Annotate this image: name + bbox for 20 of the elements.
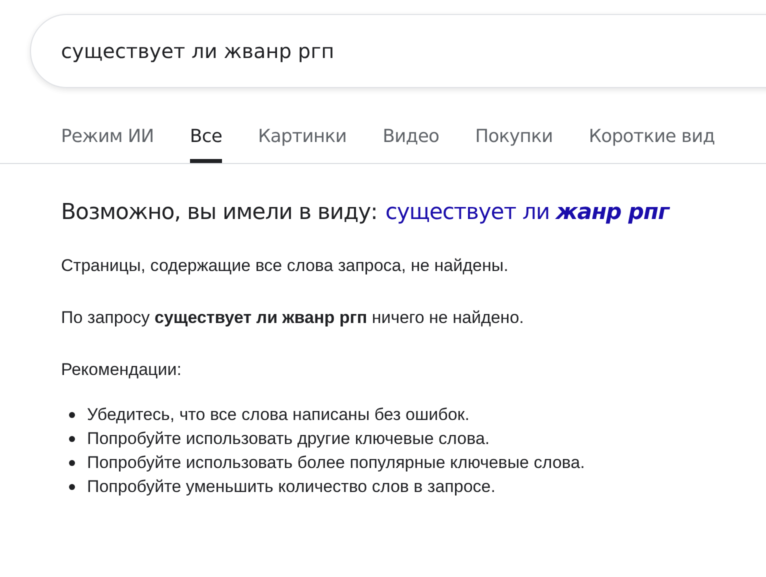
suggestion-text: Возможно, вы имели в виду: [61, 200, 378, 225]
recommendation-text: Убедитесь, что все слова написаны без ошибок. [87, 404, 470, 426]
recommendation-text: Попробуйте уменьшить количество слов в запросе. [87, 476, 496, 498]
tab[interactable]: Видео [382, 126, 440, 163]
bullet-icon [69, 412, 75, 418]
recommendations-heading: Рекомендации: [61, 359, 182, 381]
search-field[interactable]: существует ли жванр ргп [30, 14, 766, 88]
recommendation-text: Попробуйте использовать более популярные ключевые слова. [87, 452, 585, 474]
tab[interactable]: Короткие вид [588, 126, 715, 163]
suggestion-link[interactable]: существует ли жанр рпг [385, 200, 669, 225]
query-note-text: По запросу существует ли жванр ргп ничего не найдено. [61, 307, 525, 329]
tab[interactable]: Картинки [258, 126, 347, 163]
bullet-icon [69, 460, 75, 466]
tab[interactable]: Покупки [475, 126, 553, 163]
tab[interactable]: Все [190, 126, 222, 163]
tab[interactable]: Режим ИИ [61, 126, 154, 163]
recommendation-text: Попробуйте использовать другие ключевые слова. [87, 428, 490, 450]
no-results-text: Страницы, содержащие все слова запроса, не найдены. [61, 255, 510, 277]
bullet-icon [69, 484, 75, 490]
bullet-icon [69, 436, 75, 442]
